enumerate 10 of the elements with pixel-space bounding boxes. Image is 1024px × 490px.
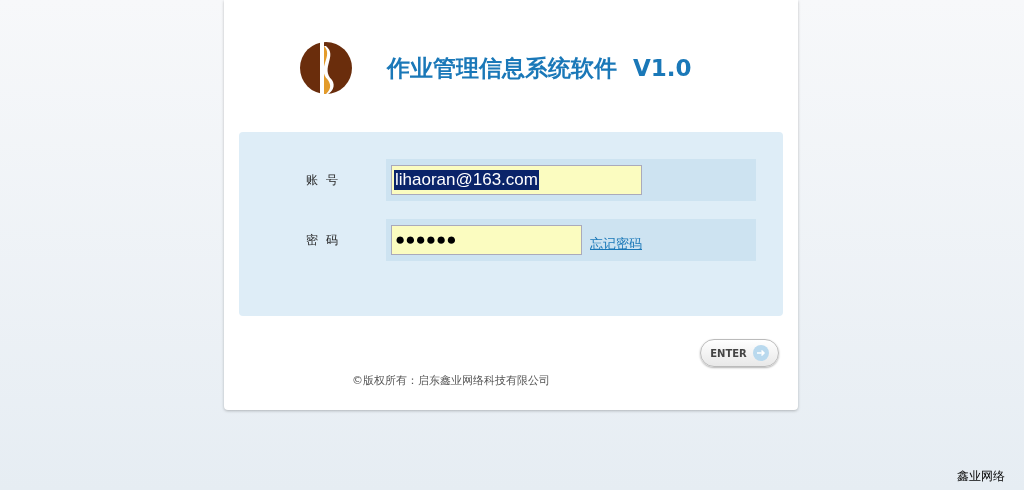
forgot-password-link[interactable]: 忘记密码 [590, 235, 642, 253]
logo-icon [300, 42, 352, 94]
copyright-text: ©版权所有：启东鑫业网络科技有限公司 [352, 373, 550, 388]
app-title: 作业管理信息系统软件 V1.0 [387, 53, 692, 83]
field-label: 账 号 [305, 171, 339, 189]
password-field[interactable]: ●●●●●● [391, 225, 582, 255]
account-field[interactable]: lihaoran@163.com [391, 165, 642, 195]
enter-button[interactable]: ENTER [700, 339, 779, 367]
field-label: 密 码 [305, 231, 339, 249]
company-label: 鑫业网络 [957, 468, 1005, 485]
